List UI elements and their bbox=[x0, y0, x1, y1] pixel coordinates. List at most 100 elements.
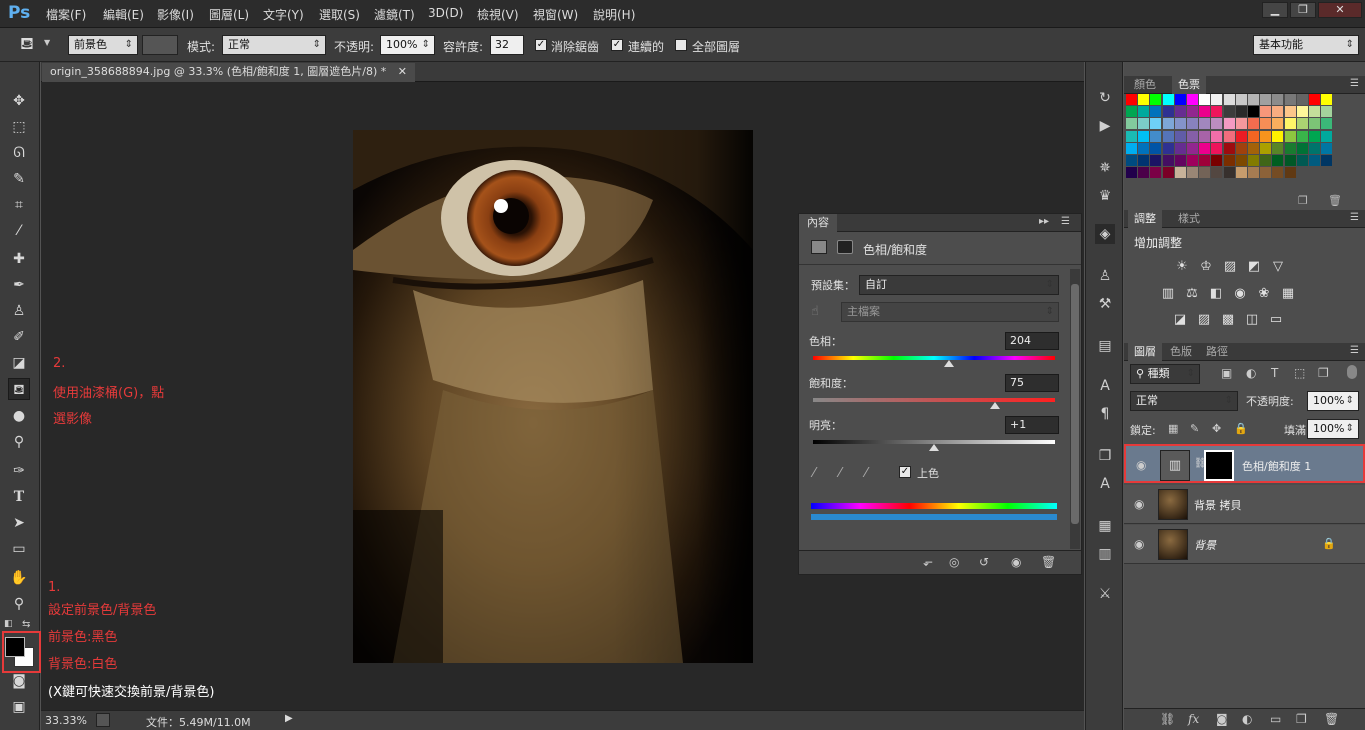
layer-opacity-input[interactable]: 100% bbox=[1307, 391, 1359, 411]
color-swatch[interactable] bbox=[1138, 142, 1150, 154]
quick-mask-icon[interactable]: ◙ bbox=[8, 670, 30, 692]
color-swatch[interactable] bbox=[1284, 130, 1296, 142]
color-swatch[interactable] bbox=[1235, 94, 1247, 105]
hue-input[interactable]: 204 bbox=[1005, 332, 1059, 350]
adjustments-menu-icon[interactable]: ☰ bbox=[1350, 212, 1359, 223]
layer-row-hue-saturation[interactable]: ◉ ▥ ⛓ 色相/飽和度 1 bbox=[1124, 444, 1365, 483]
color-swatch[interactable] bbox=[1162, 94, 1174, 105]
color-swatch[interactable] bbox=[1260, 106, 1272, 118]
hand-tool-icon[interactable]: ✋ bbox=[8, 567, 30, 589]
channels-tab[interactable]: 色版 bbox=[1164, 343, 1198, 361]
panel-menu-icon[interactable]: ☰ bbox=[1061, 216, 1070, 227]
vibrance-icon[interactable]: ▽ bbox=[1270, 259, 1286, 275]
color-swatch[interactable] bbox=[1150, 94, 1162, 105]
lock-image-icon[interactable]: ✎ bbox=[1190, 422, 1199, 435]
fill-input[interactable]: 100% bbox=[1307, 419, 1359, 439]
color-swatch[interactable] bbox=[1211, 142, 1223, 154]
color-swatch[interactable] bbox=[1223, 118, 1235, 130]
targeted-adjust-icon[interactable]: ☝ bbox=[811, 304, 819, 319]
color-swatch[interactable] bbox=[1235, 106, 1247, 118]
color-swatch[interactable] bbox=[1150, 118, 1162, 130]
all-layers-checkbox[interactable] bbox=[675, 39, 687, 51]
colorize-checkbox[interactable]: ✓ bbox=[899, 466, 911, 478]
saturation-slider-track[interactable] bbox=[813, 398, 1055, 402]
zoom-level[interactable]: 33.33% bbox=[45, 714, 87, 727]
color-swatch[interactable] bbox=[1162, 142, 1174, 154]
color-swatch[interactable] bbox=[1126, 142, 1137, 154]
color-swatch[interactable] bbox=[1138, 130, 1150, 142]
menu-layer[interactable]: 圖層(L) bbox=[209, 6, 249, 23]
document-tab[interactable]: origin_358688894.jpg @ 33.3% (色相/飽和度 1, … bbox=[42, 63, 415, 82]
color-swatch[interactable] bbox=[1187, 155, 1198, 166]
fx-icon[interactable]: fx bbox=[1188, 712, 1199, 726]
color-swatch[interactable] bbox=[1223, 155, 1235, 166]
status-menu-arrow-icon[interactable]: ▶ bbox=[285, 713, 293, 724]
layers-tab[interactable]: 圖層 bbox=[1128, 343, 1162, 361]
paragraph-icon[interactable]: ¶ bbox=[1095, 404, 1115, 424]
add-mask-icon[interactable]: ◙ bbox=[1216, 712, 1228, 726]
color-swatch[interactable] bbox=[1260, 94, 1272, 105]
pattern-picker[interactable] bbox=[142, 35, 178, 55]
lightness-slider-thumb[interactable] bbox=[929, 444, 939, 451]
lightness-input[interactable]: +1 bbox=[1005, 416, 1059, 434]
color-swatch[interactable] bbox=[1187, 118, 1198, 130]
exposure-icon[interactable]: ◩ bbox=[1246, 259, 1262, 275]
properties-tab[interactable]: 內容 bbox=[799, 214, 837, 232]
lasso-tool-icon[interactable]: ᘏ bbox=[8, 142, 30, 164]
color-swatch[interactable] bbox=[1309, 94, 1320, 105]
color-swatch[interactable] bbox=[1174, 130, 1186, 142]
panel-collapse-icon[interactable]: ▸▸ bbox=[1039, 216, 1049, 227]
tool-presets-icon[interactable]: ⚒ bbox=[1095, 294, 1115, 314]
color-swatch[interactable] bbox=[1187, 130, 1198, 142]
color-swatch[interactable] bbox=[1126, 130, 1137, 142]
swap-colors-icon[interactable]: ⇆ bbox=[22, 619, 30, 630]
layer-comps-icon[interactable]: ▤ bbox=[1095, 336, 1115, 356]
properties-icon[interactable]: ◈ bbox=[1095, 224, 1115, 244]
quick-select-tool-icon[interactable]: ✎ bbox=[8, 168, 30, 190]
curves-icon[interactable]: ▨ bbox=[1222, 259, 1238, 275]
brushes-icon[interactable]: ♛ bbox=[1095, 186, 1115, 206]
color-swatch[interactable] bbox=[1223, 142, 1235, 154]
black-white-icon[interactable]: ◧ bbox=[1208, 286, 1224, 302]
preset-select[interactable]: 自訂 bbox=[859, 275, 1059, 295]
paint-bucket-tool-icon[interactable]: ⛾ bbox=[8, 378, 30, 400]
measurement-icon[interactable]: ⚔ bbox=[1095, 584, 1115, 604]
view-previous-icon[interactable]: ◎ bbox=[949, 555, 959, 569]
mask-icon[interactable] bbox=[837, 240, 853, 254]
mode-select[interactable]: 正常 bbox=[222, 35, 326, 55]
restore-button[interactable]: ❐ bbox=[1290, 2, 1316, 18]
color-swatch[interactable] bbox=[1272, 106, 1284, 118]
paths-tab[interactable]: 路徑 bbox=[1200, 343, 1234, 361]
color-swatch[interactable] bbox=[1187, 167, 1198, 179]
zoom-tool-icon[interactable]: ⚲ bbox=[8, 593, 30, 615]
color-tab[interactable]: 顏色 bbox=[1128, 76, 1162, 94]
tool-preset-chevron-icon[interactable]: ▼ bbox=[44, 38, 50, 47]
color-swatch[interactable] bbox=[1162, 155, 1174, 166]
layers-menu-icon[interactable]: ☰ bbox=[1350, 345, 1359, 356]
history-icon[interactable]: ↻ bbox=[1095, 88, 1115, 108]
color-swatch[interactable] bbox=[1187, 94, 1198, 105]
link-layers-icon[interactable]: ⛓ bbox=[1160, 712, 1175, 726]
visibility-icon[interactable]: ◉ bbox=[1011, 555, 1021, 569]
color-swatch[interactable] bbox=[1223, 167, 1235, 179]
default-colors-icon[interactable]: ◧ bbox=[4, 619, 13, 629]
color-swatch[interactable] bbox=[1296, 130, 1308, 142]
swatch-grid[interactable] bbox=[1124, 94, 1365, 184]
color-swatch[interactable] bbox=[1321, 118, 1333, 130]
hue-saturation-icon[interactable]: ▥ bbox=[1160, 286, 1176, 302]
brush-tool-icon[interactable]: ✒ bbox=[8, 274, 30, 296]
color-swatch[interactable] bbox=[1126, 167, 1137, 179]
color-swatch[interactable] bbox=[1211, 130, 1223, 142]
color-swatch[interactable] bbox=[1174, 167, 1186, 179]
color-swatch[interactable] bbox=[1284, 118, 1296, 130]
photo-filter-icon[interactable]: ◉ bbox=[1232, 286, 1248, 302]
hue-slider-track[interactable] bbox=[813, 356, 1055, 360]
info-icon[interactable]: ▥ bbox=[1095, 544, 1115, 564]
color-swatch[interactable] bbox=[1199, 167, 1211, 179]
fill-source-select[interactable]: 前景色 bbox=[68, 35, 138, 55]
color-swatch[interactable] bbox=[1321, 155, 1333, 166]
menu-file[interactable]: 檔案(F) bbox=[46, 6, 86, 23]
layer-name[interactable]: 背景 bbox=[1194, 537, 1216, 553]
visibility-eye-icon[interactable]: ◉ bbox=[1134, 537, 1144, 551]
color-swatch[interactable] bbox=[1235, 167, 1247, 179]
